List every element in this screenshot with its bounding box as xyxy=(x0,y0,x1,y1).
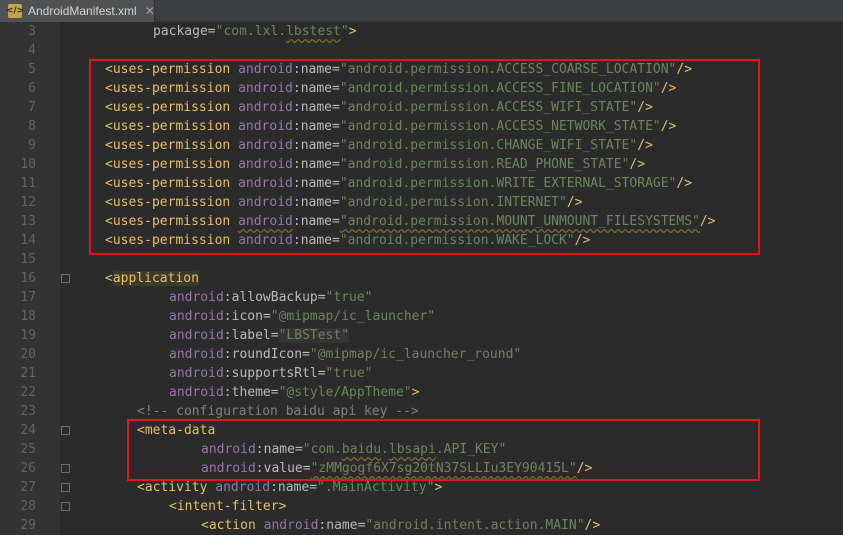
line-number: 4 xyxy=(28,43,36,58)
line-number: 10 xyxy=(20,157,36,172)
line-number: 17 xyxy=(20,290,36,305)
tab-title: AndroidManifest.xml xyxy=(28,4,137,18)
code-text: package="com.lxl.lbstest"> xyxy=(153,24,357,39)
line-number: 20 xyxy=(20,347,36,362)
code-line: 18 android:icon="@mipmap/ic_launcher" xyxy=(0,307,843,326)
line-number: 23 xyxy=(20,404,36,419)
xml-file-icon: </> xyxy=(5,4,25,18)
fold-marker-icon[interactable] xyxy=(61,502,70,511)
line-number: 22 xyxy=(20,385,36,400)
code-line: 3 package="com.lxl.lbstest"> xyxy=(0,22,843,41)
fold-marker-icon[interactable] xyxy=(61,483,70,492)
line-number: 14 xyxy=(20,233,36,248)
code-line: 16 <application xyxy=(0,269,843,288)
close-icon[interactable]: ✕ xyxy=(145,4,155,18)
line-number: 12 xyxy=(20,195,36,210)
code-line: 29 <action android:name="android.intent.… xyxy=(0,516,843,535)
line-number: 24 xyxy=(20,423,36,438)
line-number: 13 xyxy=(20,214,36,229)
line-number: 21 xyxy=(20,366,36,381)
code-text: android:supportsRtl="true" xyxy=(169,366,373,381)
code-line: 28 <intent-filter> xyxy=(0,497,843,516)
code-line: 22 android:theme="@style/AppTheme"> xyxy=(0,383,843,402)
line-number: 8 xyxy=(28,119,36,134)
code-text: <action android:name="android.intent.act… xyxy=(201,518,601,533)
editor-tab-bar: </> AndroidManifest.xml ✕ xyxy=(0,0,843,22)
meta-data-highlight-box xyxy=(127,419,760,481)
line-number: 25 xyxy=(20,442,36,457)
line-number: 3 xyxy=(28,24,36,39)
line-number: 9 xyxy=(28,138,36,153)
permissions-highlight-box xyxy=(89,59,760,255)
line-number: 11 xyxy=(20,176,36,191)
code-text: android:theme="@style/AppTheme"> xyxy=(169,385,420,400)
code-text: android:roundIcon="@mipmap/ic_launcher_r… xyxy=(169,347,522,362)
line-number: 26 xyxy=(20,461,36,476)
code-line: 17 android:allowBackup="true" xyxy=(0,288,843,307)
code-text: android:label="LBSTest" xyxy=(169,328,350,343)
line-number: 19 xyxy=(20,328,36,343)
line-number: 7 xyxy=(28,100,36,115)
code-text: <application xyxy=(105,271,199,286)
line-number: 29 xyxy=(20,518,36,533)
code-line: 21 android:supportsRtl="true" xyxy=(0,364,843,383)
code-line: 4 xyxy=(0,41,843,60)
line-number: 27 xyxy=(20,480,36,495)
fold-marker-icon[interactable] xyxy=(61,464,70,473)
line-number: 15 xyxy=(20,252,36,267)
code-text: <intent-filter> xyxy=(169,499,287,514)
fold-marker-icon[interactable] xyxy=(61,426,70,435)
code-line: 19 android:label="LBSTest" xyxy=(0,326,843,345)
line-number: 5 xyxy=(28,62,36,77)
code-line: 20 android:roundIcon="@mipmap/ic_launche… xyxy=(0,345,843,364)
line-number: 16 xyxy=(20,271,36,286)
code-text: android:icon="@mipmap/ic_launcher" xyxy=(169,309,436,324)
tab-android-manifest[interactable]: </> AndroidManifest.xml ✕ xyxy=(0,0,155,22)
line-number: 6 xyxy=(28,81,36,96)
code-text: android:allowBackup="true" xyxy=(169,290,373,305)
fold-marker-icon[interactable] xyxy=(61,274,70,283)
line-number: 18 xyxy=(20,309,36,324)
line-number: 28 xyxy=(20,499,36,514)
